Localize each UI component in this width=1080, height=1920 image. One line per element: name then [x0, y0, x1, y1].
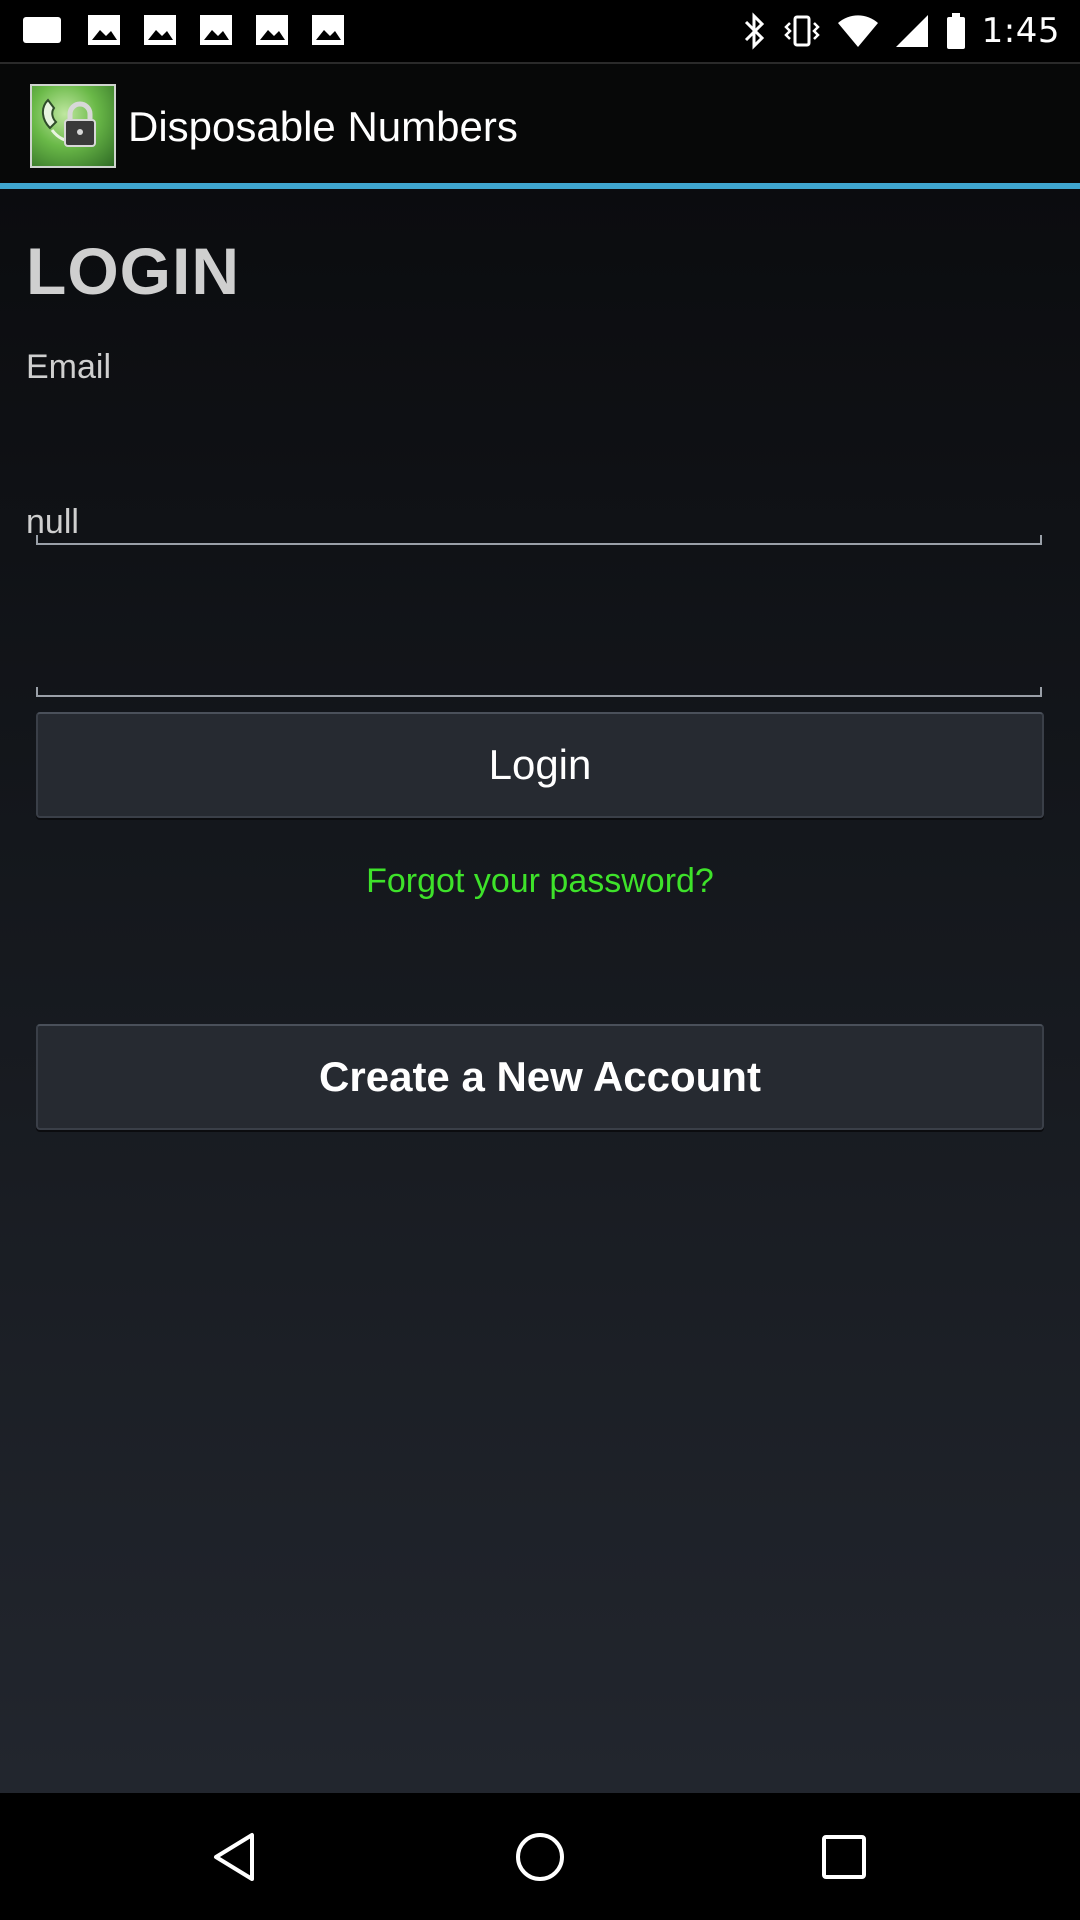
home-icon	[516, 1833, 564, 1881]
action-bar: Disposable Numbers	[0, 64, 1080, 184]
wifi-icon	[837, 15, 878, 47]
image-icon	[144, 15, 176, 45]
image-icon	[256, 15, 288, 45]
navigation-bar	[0, 1793, 1080, 1920]
page-title: LOGIN	[26, 234, 240, 308]
screen: 1:45 Disposable Numbers LOGIN Email null…	[0, 0, 1080, 1920]
gallery-icon	[23, 17, 61, 43]
home-button[interactable]	[490, 1815, 590, 1899]
email-field[interactable]	[36, 485, 1042, 545]
recents-icon	[822, 1835, 866, 1879]
forgot-password-link[interactable]: Forgot your password?	[0, 859, 1080, 903]
password-label: null	[26, 503, 79, 541]
status-time: 1:45	[981, 11, 1060, 51]
battery-icon	[946, 13, 965, 49]
login-screen: LOGIN Email null Login Forgot your passw…	[0, 189, 1080, 1793]
recents-button[interactable]	[794, 1815, 894, 1899]
password-field[interactable]	[36, 637, 1042, 697]
status-right-group: 1:45	[740, 8, 1060, 54]
vibrate-icon	[783, 15, 820, 47]
image-icon	[312, 15, 344, 45]
image-icon	[200, 15, 232, 45]
create-account-button[interactable]: Create a New Account	[36, 1024, 1044, 1130]
login-button[interactable]: Login	[36, 712, 1044, 818]
phone-lock-icon	[30, 84, 116, 168]
bluetooth-icon	[744, 12, 764, 50]
signal-icon	[895, 15, 928, 47]
back-button[interactable]	[186, 1815, 286, 1899]
email-label: Email	[26, 348, 112, 386]
image-icon	[88, 15, 120, 45]
status-bar: 1:45	[0, 0, 1080, 64]
app-title: Disposable Numbers	[128, 103, 518, 150]
back-icon	[214, 1833, 254, 1881]
